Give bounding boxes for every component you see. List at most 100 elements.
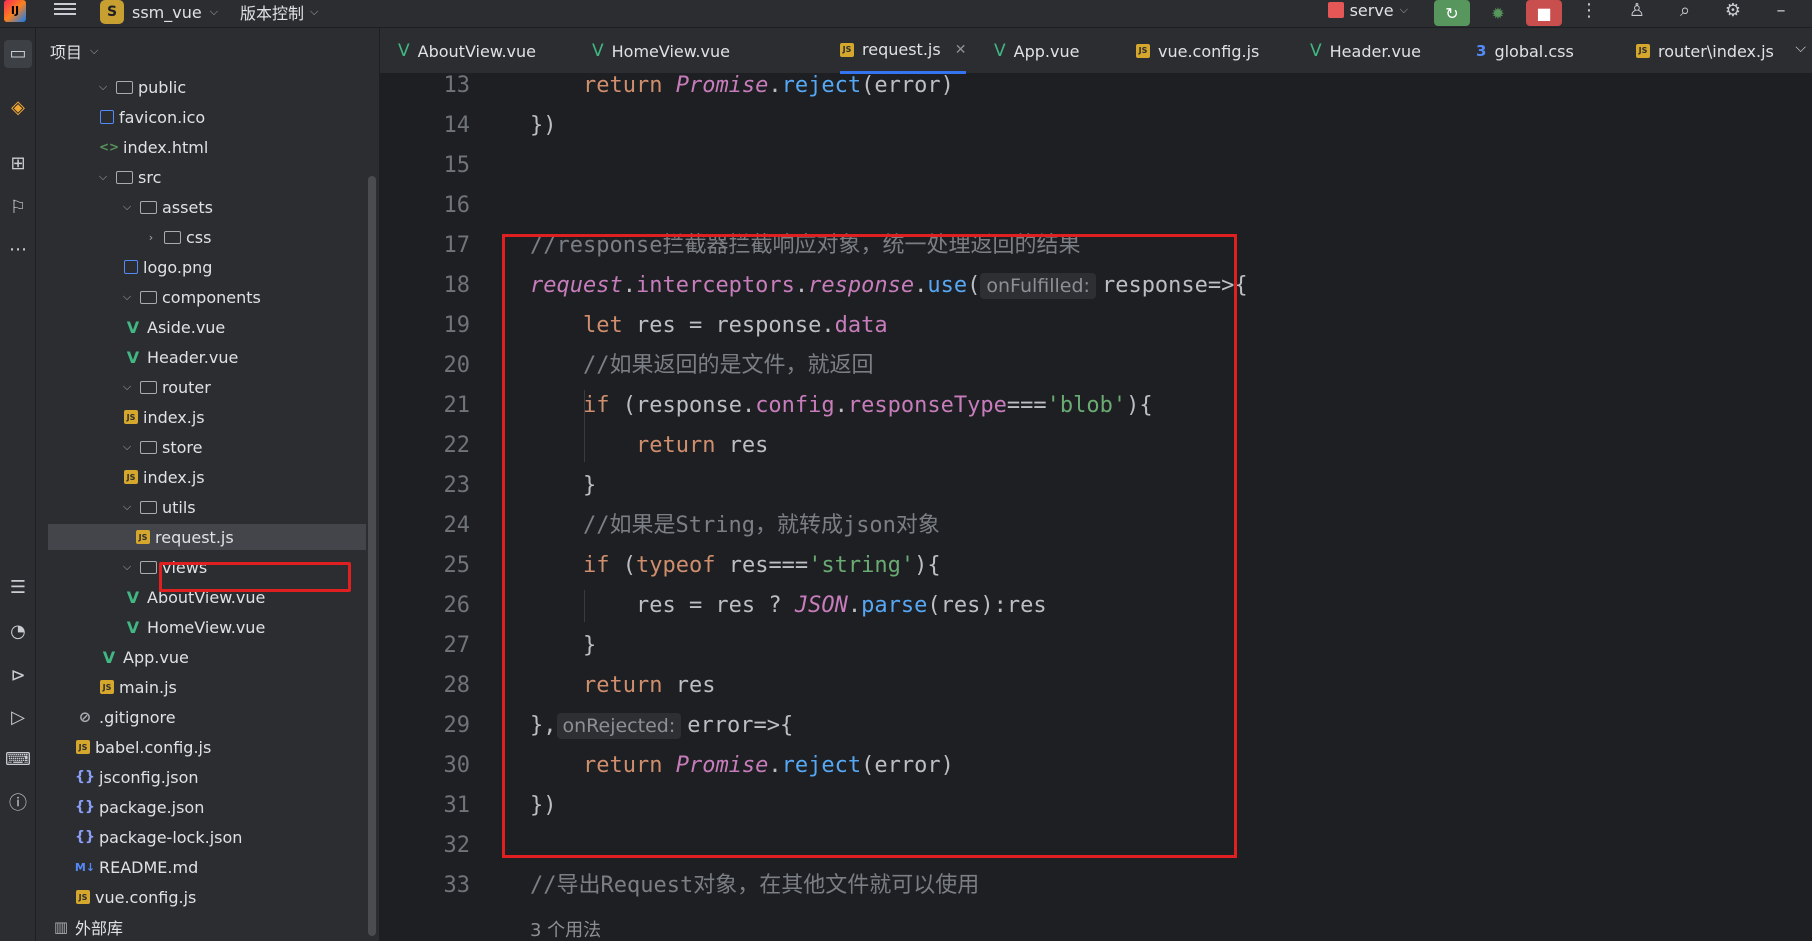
debug-button[interactable]: ✹ <box>1480 0 1516 26</box>
tree-item[interactable]: <> index.html <box>36 134 366 160</box>
tree-item[interactable]: JS babel.config.js <box>36 734 366 760</box>
folder-icon <box>164 230 181 244</box>
tree-item[interactable]: ▥ 外部库 <box>36 914 366 940</box>
tab-label: AboutView.vue <box>417 41 536 61</box>
todo-list-icon[interactable]: ☰ <box>4 574 32 602</box>
tree-item-label: index.js <box>143 467 205 487</box>
html-file-icon: <> <box>98 140 120 154</box>
tree-item[interactable]: ⌵ components <box>36 284 366 310</box>
bug-icon: ✹ <box>1491 3 1505 23</box>
chevron-down-icon[interactable]: ⌵ <box>120 440 134 454</box>
chevron-down-icon[interactable]: ⌵ <box>120 560 134 574</box>
code-line[interactable]: }) <box>530 106 557 146</box>
tree-item[interactable]: ⌵ store <box>36 434 366 460</box>
tree-item[interactable]: ⊘ .gitignore <box>36 704 366 730</box>
json-file-icon: {} <box>75 799 95 815</box>
tree-item[interactable]: {} package-lock.json <box>36 824 366 850</box>
tree-item[interactable]: {} jsconfig.json <box>36 764 366 790</box>
bookmarks-icon[interactable]: ⚐ <box>4 194 32 222</box>
search-icon[interactable]: ⌕ <box>1668 0 1702 24</box>
tree-item-label: store <box>162 437 203 457</box>
editor-tab[interactable]: V HomeView.vue <box>592 28 730 74</box>
chevron-down-icon[interactable]: ⌵ <box>1795 40 1806 56</box>
tree-item[interactable]: V Aside.vue <box>36 314 366 340</box>
editor-tab[interactable]: JS router\index.js <box>1636 28 1774 74</box>
rerun-button[interactable]: ↻ <box>1434 0 1470 26</box>
tree-item[interactable]: JS request.js <box>48 524 366 550</box>
project-panel-header[interactable]: 项目 ⌵ <box>36 28 379 74</box>
tree-item[interactable]: JS main.js <box>36 674 366 700</box>
vcs-menu[interactable]: 版本控制 ⌵ <box>240 0 318 24</box>
tree-item[interactable]: M↓ README.md <box>36 854 366 880</box>
tree-item[interactable]: ⌵ router <box>36 374 366 400</box>
add-user-icon[interactable]: ♙ <box>1620 0 1654 24</box>
line-number: 19 <box>443 313 471 338</box>
chevron-down-icon[interactable]: ⌵ <box>120 500 134 514</box>
project-folder-icon[interactable]: ▭ <box>4 40 32 68</box>
tree-item-label: src <box>138 167 162 187</box>
rerun-icon: ↻ <box>1445 3 1459 23</box>
chevron-right-icon[interactable]: › <box>144 231 158 244</box>
project-switcher[interactable]: S ssm_vue ⌵ <box>100 0 218 24</box>
tab-label: HomeView.vue <box>611 41 730 61</box>
close-tab-icon[interactable]: ✕ <box>955 42 967 58</box>
problems-icon[interactable]: ⓘ <box>4 790 32 818</box>
tree-item[interactable]: {} package.json <box>36 794 366 820</box>
editor-tab[interactable]: JS vue.config.js <box>1136 28 1259 74</box>
chevron-down-icon[interactable]: ⌵ <box>120 200 134 214</box>
editor-tab[interactable]: JS request.js ✕ <box>840 28 967 74</box>
settings-gear-icon[interactable]: ⚙ <box>1716 0 1750 24</box>
stop-button[interactable]: ■ <box>1526 0 1562 26</box>
chevron-down-icon[interactable]: ⌵ <box>120 380 134 394</box>
project-scrollbar[interactable] <box>368 176 376 936</box>
line-number: 16 <box>443 193 471 218</box>
line-number: 32 <box>443 833 471 858</box>
tree-item[interactable]: logo.png <box>36 254 366 280</box>
stop-icon: ■ <box>1536 3 1552 23</box>
chevron-down-icon[interactable]: ⌵ <box>96 170 110 184</box>
markdown-file-icon: M↓ <box>74 860 96 874</box>
vcs-commit-icon[interactable]: ◈ <box>4 94 32 122</box>
tree-item-label: Aside.vue <box>147 317 226 337</box>
tree-item[interactable]: ⌵ utils <box>36 494 366 520</box>
tree-item[interactable]: ⌵ assets <box>36 194 366 220</box>
services-icon[interactable]: ⊳ <box>4 662 32 690</box>
ide-logo-icon[interactable]: IJ <box>4 0 26 22</box>
run-icon[interactable]: ▷ <box>4 704 32 732</box>
folder-icon <box>140 500 157 514</box>
terminal-icon[interactable]: ⌨ <box>4 746 32 774</box>
chevron-down-icon[interactable]: ⌵ <box>120 290 134 304</box>
editor-tab[interactable]: V AboutView.vue <box>398 28 536 74</box>
editor-tab[interactable]: V App.vue <box>994 28 1079 74</box>
run-config-selector[interactable]: serve ⌵ <box>1327 0 1408 20</box>
main-menu-icon[interactable] <box>54 0 76 20</box>
tree-item[interactable]: V App.vue <box>36 644 366 670</box>
editor-tab[interactable]: 3 global.css <box>1476 28 1574 74</box>
tree-item[interactable]: ⌵ public <box>36 74 366 100</box>
structure-icon[interactable]: ⊞ <box>4 150 32 178</box>
tree-item[interactable]: favicon.ico <box>36 104 366 130</box>
code-line[interactable]: return Promise.reject(error) <box>530 74 954 106</box>
more-tools-icon[interactable]: ⋯ <box>4 236 32 264</box>
tree-item[interactable]: JS vue.config.js <box>36 884 366 910</box>
tree-item[interactable]: V HomeView.vue <box>36 614 366 640</box>
js-file-icon: JS <box>124 410 138 424</box>
tree-item[interactable]: JS index.js <box>36 404 366 430</box>
folder-icon <box>140 380 157 394</box>
editor-tabs: ⌵ V AboutView.vue V HomeView.vue JS request.j… <box>380 28 1812 74</box>
code-line[interactable]: //导出Request对象，在其他文件就可以使用 <box>530 866 979 906</box>
line-number: 21 <box>443 393 471 418</box>
more-actions-icon[interactable]: ⋮ <box>1572 0 1606 24</box>
tree-item[interactable]: V Header.vue <box>36 344 366 370</box>
profiler-icon[interactable]: ◔ <box>4 618 32 646</box>
tree-item[interactable]: JS index.js <box>36 464 366 490</box>
editor-tab[interactable]: V Header.vue <box>1310 28 1421 74</box>
tree-item[interactable]: › css <box>36 224 366 250</box>
tree-item[interactable]: ⌵ src <box>36 164 366 190</box>
minimize-window-icon[interactable]: – <box>1764 0 1798 24</box>
tree-item-label: 外部库 <box>75 919 124 938</box>
code-editor[interactable]: 13 14 15 16 17 18 19 20 21 22 23 24 25 26 27 28 29 30 31 32… <box>380 74 1812 941</box>
chevron-down-icon[interactable]: ⌵ <box>96 80 110 94</box>
usage-hint[interactable]: 3 个用法 <box>530 916 601 941</box>
